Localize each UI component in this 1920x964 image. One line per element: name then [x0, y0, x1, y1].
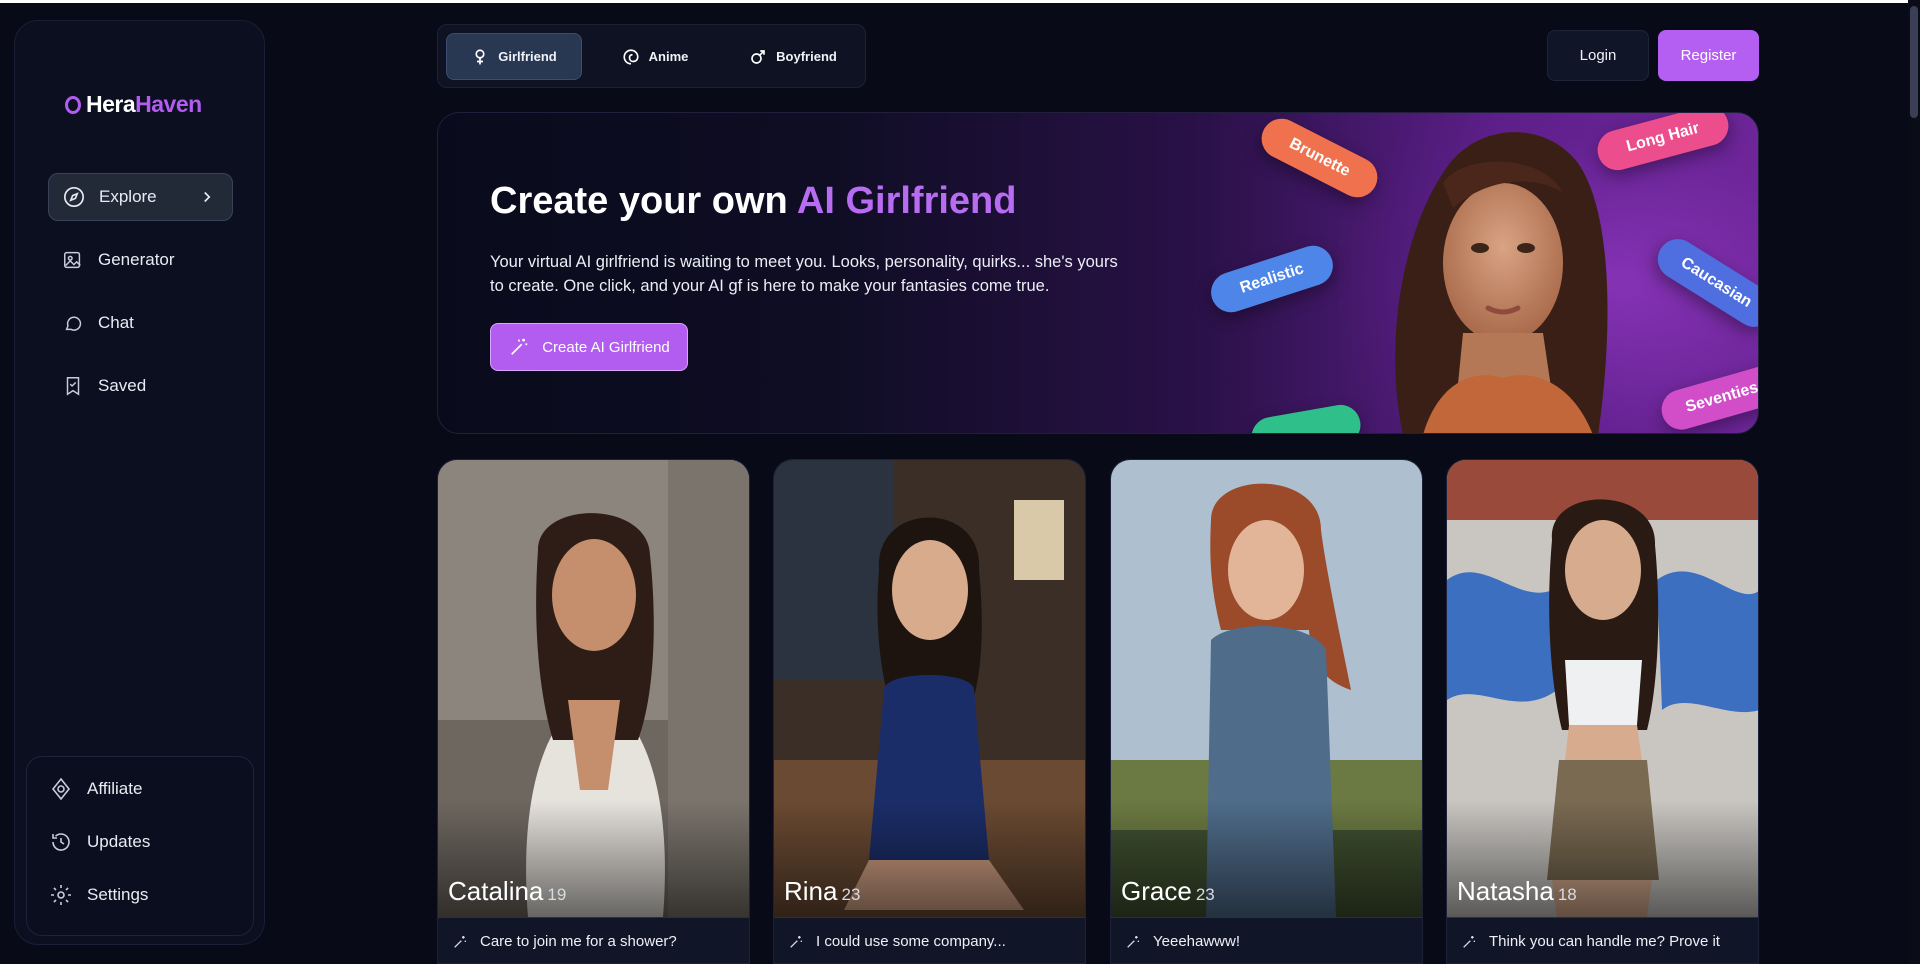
hero-title: Create your own AI Girlfriend [490, 180, 1016, 223]
login-button[interactable]: Login [1547, 30, 1649, 81]
hero-title-accent: AI Girlfriend [796, 180, 1017, 222]
top-border [0, 0, 1920, 3]
hero-portrait-image [1395, 132, 1608, 433]
bookmark-icon [62, 375, 84, 397]
character-message-text: Care to join me for a shower? [480, 933, 677, 950]
sidebar-item-saved[interactable]: Saved [48, 362, 233, 410]
category-tabs: Girlfriend Anime Boyfriend [437, 24, 866, 88]
character-name: Catalina 19 [448, 876, 566, 907]
sidebar-item-settings[interactable]: Settings [49, 880, 148, 910]
register-button[interactable]: Register [1658, 30, 1759, 81]
scrollbar-thumb[interactable] [1910, 6, 1918, 118]
hero-title-prefix: Create your own [490, 180, 788, 222]
affiliate-icon [49, 777, 73, 801]
character-age: 18 [1557, 885, 1577, 904]
tab-label: Anime [648, 49, 689, 64]
magic-wand-icon [508, 336, 530, 358]
sidebar-item-label: Affiliate [87, 779, 143, 798]
logo[interactable]: Hera Haven [65, 91, 202, 118]
tab-boyfriend[interactable]: Boyfriend [728, 33, 858, 80]
image-gallery-icon [62, 249, 84, 271]
character-card-natasha[interactable]: Natasha 18 Think you can handle me? Prove… [1446, 459, 1759, 964]
tag-pill: Realistic [1205, 240, 1339, 318]
sidebar-item-label: Explore [99, 187, 157, 206]
character-name: Grace 23 [1121, 876, 1215, 907]
male-symbol-icon [749, 48, 767, 66]
sidebar: Hera Haven Explore Generator Chat Saved … [14, 20, 265, 945]
compass-icon [63, 186, 85, 208]
character-name: Rina 23 [784, 876, 860, 907]
character-name: Natasha 18 [1457, 876, 1577, 907]
character-age: 23 [841, 885, 861, 904]
chevron-right-icon [198, 188, 216, 206]
swirl-icon [622, 48, 640, 66]
sidebar-bottom-menu: Affiliate Updates Settings [26, 756, 254, 936]
sidebar-item-label: Saved [98, 376, 147, 395]
character-message: Think you can handle me? Prove it [1447, 917, 1758, 963]
character-message: Yeeehawww! [1111, 917, 1422, 963]
character-card-grace[interactable]: Grace 23 Yeeehawww! [1110, 459, 1423, 964]
character-message-text: I could use some company... [816, 933, 1006, 950]
character-message-text: Yeeehawww! [1153, 933, 1241, 950]
character-age: 19 [547, 885, 567, 904]
hero-banner: Brunette Long Hair Realistic Caucasian S… [437, 112, 1759, 434]
tab-girlfriend[interactable]: Girlfriend [446, 33, 582, 80]
sidebar-item-generator[interactable]: Generator [48, 236, 233, 284]
character-age: 23 [1195, 885, 1215, 904]
female-symbol-icon [471, 48, 489, 66]
logo-ring-icon [65, 95, 81, 114]
character-name-text: Rina [784, 876, 838, 906]
character-name-text: Catalina [448, 876, 544, 906]
sidebar-item-affiliate[interactable]: Affiliate [49, 774, 142, 804]
sidebar-item-label: Generator [98, 250, 175, 269]
gear-icon [49, 883, 73, 907]
logo-text-primary: Hera [86, 91, 136, 117]
character-message: I could use some company... [774, 917, 1085, 963]
hero-description: Your virtual AI girlfriend is waiting to… [490, 253, 1118, 295]
logo-text-accent: Haven [135, 91, 202, 117]
sidebar-item-chat[interactable]: Chat [48, 299, 233, 347]
sidebar-nav: Explore Generator Chat Saved [48, 173, 233, 425]
sidebar-item-label: Updates [87, 832, 151, 851]
character-name-text: Natasha [1457, 876, 1554, 906]
sidebar-item-label: Chat [98, 313, 134, 332]
page-scrollbar[interactable] [1908, 0, 1920, 964]
tab-label: Girlfriend [498, 49, 557, 64]
history-icon [49, 830, 73, 854]
character-card-catalina[interactable]: Catalina 19 Care to join me for a shower? [437, 459, 750, 964]
sidebar-item-updates[interactable]: Updates [49, 827, 150, 857]
sparkle-wand-icon [788, 934, 804, 950]
character-card-rina[interactable]: Rina 23 I could use some company... [773, 459, 1086, 964]
character-message: Care to join me for a shower? [438, 917, 749, 963]
character-message-text: Think you can handle me? Prove it [1489, 933, 1720, 950]
tag-pill-partial [1248, 401, 1364, 433]
sparkle-wand-icon [1125, 934, 1141, 950]
sidebar-item-label: Settings [87, 885, 149, 904]
sidebar-item-explore[interactable]: Explore [48, 173, 233, 221]
create-ai-girlfriend-button[interactable]: Create AI Girlfriend [490, 323, 688, 371]
sparkle-wand-icon [1461, 934, 1477, 950]
tab-anime[interactable]: Anime [590, 33, 720, 80]
character-name-text: Grace [1121, 876, 1192, 906]
tab-label: Boyfriend [776, 49, 837, 64]
sparkle-wand-icon [452, 934, 468, 950]
create-button-label: Create AI Girlfriend [542, 338, 670, 356]
chat-bubble-icon [62, 312, 84, 334]
